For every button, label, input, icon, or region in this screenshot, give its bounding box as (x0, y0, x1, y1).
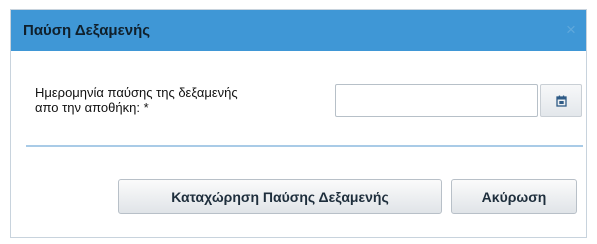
dialog-titlebar: Παύση Δεξαμενής × (11, 10, 586, 51)
calendar-button[interactable] (540, 84, 582, 117)
calendar-icon (556, 95, 567, 107)
pause-date-label: Ημερομηνία παύσης της δεξαμενής απο την … (35, 85, 325, 115)
cancel-button[interactable]: Ακύρωση (451, 179, 577, 214)
pause-date-label-line1: Ημερομηνία παύσης της δεξαμενής (35, 85, 238, 100)
save-pause-button[interactable]: Καταχώρηση Παύσης Δεξαμενής (118, 179, 442, 214)
dialog-title: Παύση Δεξαμενής (23, 22, 151, 39)
close-icon[interactable]: × (562, 21, 580, 39)
pause-date-label-line2: απο την αποθήκη: * (35, 100, 149, 115)
form-divider (26, 145, 583, 147)
pause-date-input[interactable] (335, 84, 538, 117)
pause-tank-dialog: Παύση Δεξαμενής × Ημερομηνία παύσης της … (10, 9, 587, 238)
